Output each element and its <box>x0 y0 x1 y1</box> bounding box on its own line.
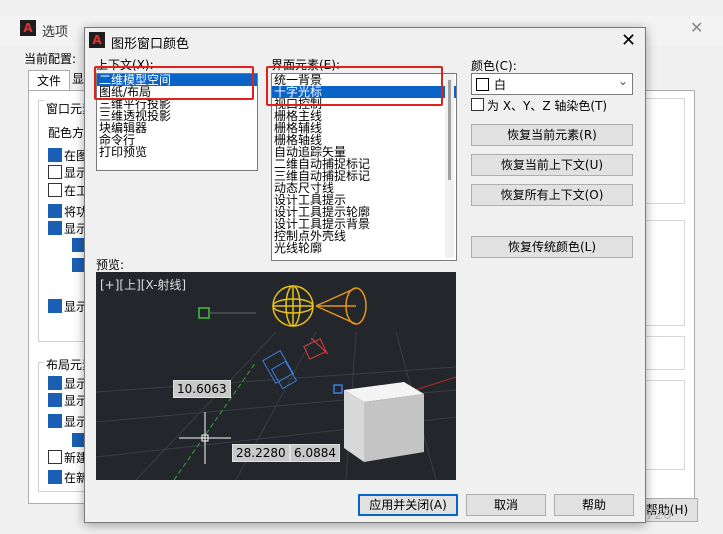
element-highlight-box <box>266 66 443 106</box>
right-group-box <box>645 98 685 204</box>
apply-and-close-button[interactable]: 应用并关闭(A) <box>358 494 458 516</box>
color-scheme-label: 配色方 <box>48 126 85 140</box>
drawing-window-colors-dialog: A 图形窗口颜色 ✕ 上下文(X): 二维模型空间 图纸/布局 三维平行投影 三维透视… <box>84 27 646 523</box>
tint-axes-label: 为 X、Y、Z 轴染色(T) <box>487 99 608 113</box>
app-logo-icon: A <box>89 32 105 48</box>
restore-all-contexts-button[interactable]: 恢复所有上下文(O) <box>471 184 633 206</box>
options-window-title: 选项 <box>42 25 69 40</box>
restore-element-button[interactable]: 恢复当前元素(R) <box>471 124 633 146</box>
options-checkbox[interactable] <box>48 299 62 313</box>
options-checkbox[interactable] <box>48 414 62 428</box>
restore-classic-colors-button[interactable]: 恢复传统颜色(L) <box>471 236 633 258</box>
tab-file[interactable]: 文件 <box>28 70 70 91</box>
close-icon[interactable]: ✕ <box>690 18 703 37</box>
help-button[interactable]: 帮助 <box>554 494 634 516</box>
color-label: 颜色(C): <box>471 59 517 73</box>
options-checkbox[interactable] <box>48 148 62 162</box>
options-checkbox[interactable] <box>48 165 62 179</box>
options-checkbox[interactable] <box>48 393 62 407</box>
interface-element-list-item[interactable]: 光线轮廓 <box>272 242 456 254</box>
right-group-box <box>645 336 685 370</box>
color-select[interactable]: 白 ⌄ <box>471 73 633 95</box>
options-checkbox[interactable] <box>48 221 62 235</box>
scrollbar-thumb[interactable] <box>448 80 451 180</box>
viewport-caption: [+][上][X-射线] <box>100 278 187 292</box>
right-group-box <box>645 380 685 470</box>
close-icon[interactable]: ✕ <box>621 30 636 51</box>
current-profile-label: 当前配置: <box>24 52 77 66</box>
preview-viewport: [+][上][X-射线] 10.6063 28.2280 6.0884 <box>96 272 456 480</box>
color-select-value: 白 <box>494 78 507 92</box>
dimension-readout: 28.2280 <box>232 444 290 462</box>
options-checkbox[interactable] <box>48 204 62 218</box>
app-logo-icon: A <box>20 20 36 36</box>
context-highlight-box <box>94 66 254 100</box>
dialog-title: 图形窗口颜色 <box>111 37 190 52</box>
options-checkbox[interactable] <box>48 470 62 484</box>
element-scrollbar[interactable] <box>445 74 454 258</box>
dimension-readout: 10.6063 <box>173 380 231 398</box>
right-group-box <box>645 220 685 326</box>
restore-context-button[interactable]: 恢复当前上下文(U) <box>471 154 633 176</box>
tint-axes-checkbox[interactable] <box>471 98 484 111</box>
context-list-item[interactable]: 打印预览 <box>97 146 257 158</box>
color-swatch <box>476 78 489 91</box>
options-checkbox[interactable] <box>48 450 62 464</box>
chevron-down-icon: ⌄ <box>618 74 629 88</box>
options-checkbox[interactable] <box>48 376 62 390</box>
options-checkbox[interactable] <box>48 183 62 197</box>
preview-label: 预览: <box>96 258 125 272</box>
dimension-readout: 6.0884 <box>290 444 340 462</box>
cancel-button[interactable]: 取消 <box>466 494 546 516</box>
